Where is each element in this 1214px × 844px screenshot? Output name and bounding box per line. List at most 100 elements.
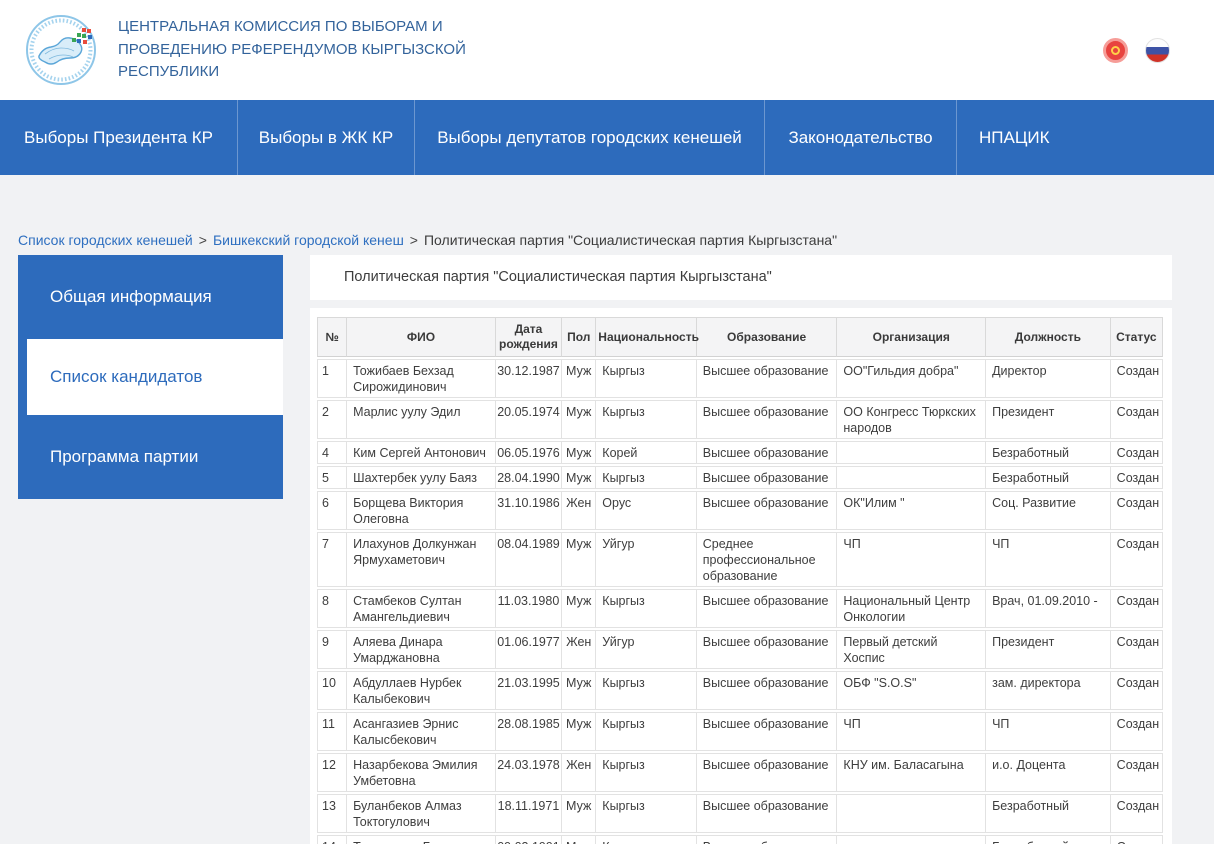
table-row: 1Тожибаев Бехзад Сирожидинович30.12.1987…: [317, 359, 1163, 398]
table-cell: Создан: [1110, 671, 1163, 710]
sidebar: Общая информацияСписок кандидатовПрограм…: [18, 255, 283, 499]
breadcrumb-item[interactable]: Список городских кенешей: [18, 232, 193, 248]
table-cell: Безработный: [985, 794, 1110, 833]
table-cell: Создан: [1110, 532, 1163, 587]
table-cell: Безработный: [985, 441, 1110, 464]
russian-flag-icon[interactable]: [1145, 38, 1170, 63]
table-cell: Создан: [1110, 400, 1163, 439]
breadcrumb-item: Политическая партия "Социалистическая па…: [424, 232, 837, 248]
kyrgyz-flag-icon[interactable]: [1103, 38, 1128, 63]
table-cell: Тожибаев Бехзад Сирожидинович: [346, 359, 495, 398]
table-cell: Ким Сергей Антонович: [346, 441, 495, 464]
table-cell: 06.05.1976: [495, 441, 561, 464]
nav-item-1[interactable]: Выборы Президента КР: [0, 100, 238, 175]
page-title: Политическая партия "Социалистическая па…: [344, 269, 772, 285]
breadcrumb-item[interactable]: Бишкекский городской кенеш: [213, 232, 404, 248]
table-cell: Высшее образование: [696, 835, 837, 844]
table-cell: 8: [317, 589, 346, 628]
table-cell: КНУ им. Баласагына: [836, 753, 985, 792]
table-row: 9Аляева Динара Умарджановна01.06.1977Жен…: [317, 630, 1163, 669]
candidates-table: №ФИОДата рожденияПолНациональностьОбразо…: [317, 315, 1163, 844]
table-cell: Кыргыз: [595, 589, 695, 628]
table-cell: и.о. Доцента: [985, 753, 1110, 792]
table-cell: Высшее образование: [696, 712, 837, 751]
table-cell: Создан: [1110, 491, 1163, 530]
sidebar-item[interactable]: Список кандидатов: [27, 339, 283, 415]
table-cell: Орус: [595, 491, 695, 530]
table-row: 11Асангазиев Эрнис Калысбекович28.08.198…: [317, 712, 1163, 751]
table-cell: Кыргыз: [595, 835, 695, 844]
table-cell: Первый детский Хоспис: [836, 630, 985, 669]
table-cell: Кыргыз: [595, 466, 695, 489]
sidebar-item[interactable]: Программа партии: [18, 415, 283, 499]
table-cell: Создан: [1110, 589, 1163, 628]
cec-logo-icon[interactable]: [25, 14, 97, 86]
table-cell: Создан: [1110, 712, 1163, 751]
table-cell: Кыргыз: [595, 671, 695, 710]
table-cell: 14: [317, 835, 346, 844]
table-cell: 11.03.1980: [495, 589, 561, 628]
table-cell: Асангазиев Эрнис Калысбекович: [346, 712, 495, 751]
table-cell: 13: [317, 794, 346, 833]
table-cell: Шахтербек уулу Баяз: [346, 466, 495, 489]
nav-item-3[interactable]: Выборы депутатов городских кенешей: [415, 100, 765, 175]
kyrgyz-sun-icon: [1111, 46, 1120, 55]
column-header: ФИО: [346, 317, 495, 357]
party-title-card: Политическая партия "Социалистическая па…: [310, 255, 1172, 300]
site-title: Центральная комиссия по выборам и провед…: [118, 16, 476, 84]
column-header: Организация: [836, 317, 985, 357]
site-header: Центральная комиссия по выборам и провед…: [0, 0, 1214, 100]
table-cell: 7: [317, 532, 346, 587]
table-cell: [836, 466, 985, 489]
table-cell: Марлис уулу Эдил: [346, 400, 495, 439]
column-header: Пол: [561, 317, 595, 357]
main-column: Политическая партия "Социалистическая па…: [310, 255, 1172, 844]
table-cell: Директор: [985, 359, 1110, 398]
table-cell: Кыргыз: [595, 359, 695, 398]
nav-item-5[interactable]: НПАЦИК: [957, 100, 1214, 175]
table-cell: Муж: [561, 712, 595, 751]
table-cell: ОО"Гильдия добра": [836, 359, 985, 398]
table-row: 12Назарбекова Эмилия Умбетовна24.03.1978…: [317, 753, 1163, 792]
table-cell: Президент: [985, 630, 1110, 669]
main-nav: Выборы Президента КРВыборы в ЖК КРВыборы…: [0, 100, 1214, 175]
table-row: 13Буланбеков Алмаз Токтогулович18.11.197…: [317, 794, 1163, 833]
table-cell: 2: [317, 400, 346, 439]
table-cell: Высшее образование: [696, 359, 837, 398]
sidebar-item[interactable]: Общая информация: [18, 255, 283, 339]
nav-item-4[interactable]: Законодательство: [765, 100, 957, 175]
table-cell: Корей: [595, 441, 695, 464]
table-cell: Высшее образование: [696, 400, 837, 439]
table-cell: Кыргыз: [595, 794, 695, 833]
table-cell: Кыргыз: [595, 712, 695, 751]
nav-item-2[interactable]: Выборы в ЖК КР: [238, 100, 415, 175]
table-cell: ОО Конгресс Тюркских народов: [836, 400, 985, 439]
table-cell: Кыргыз: [595, 753, 695, 792]
table-cell: Борщева Виктория Олеговна: [346, 491, 495, 530]
breadcrumb: Список городских кенешей > Бишкекский горо…: [18, 232, 1214, 248]
column-header: Должность: [985, 317, 1110, 357]
table-cell: [836, 794, 985, 833]
table-cell: [836, 835, 985, 844]
table-cell: зам. директора: [985, 671, 1110, 710]
table-cell: Среднее профессиональное образование: [696, 532, 837, 587]
table-cell: 28.04.1990: [495, 466, 561, 489]
table-cell: Безработный: [985, 835, 1110, 844]
table-row: 10Абдуллаев Нурбек Калыбекович21.03.1995…: [317, 671, 1163, 710]
table-row: 5Шахтербек уулу Баяз28.04.1990МужКыргызВ…: [317, 466, 1163, 489]
table-cell: ЧП: [836, 712, 985, 751]
column-header: Национальность: [595, 317, 695, 357]
table-cell: Создан: [1110, 466, 1163, 489]
table-row: 14Токтоматов Бектурсун Туманбетович09.03…: [317, 835, 1163, 844]
table-cell: 31.10.1986: [495, 491, 561, 530]
column-header: Образование: [696, 317, 837, 357]
table-cell: Высшее образование: [696, 491, 837, 530]
table-cell: Высшее образование: [696, 671, 837, 710]
table-cell: [836, 441, 985, 464]
breadcrumb-separator: >: [410, 232, 418, 248]
table-cell: Уйгур: [595, 532, 695, 587]
table-cell: 24.03.1978: [495, 753, 561, 792]
table-cell: 10: [317, 671, 346, 710]
table-cell: Стамбеков Султан Амангельдиевич: [346, 589, 495, 628]
table-cell: Создан: [1110, 441, 1163, 464]
